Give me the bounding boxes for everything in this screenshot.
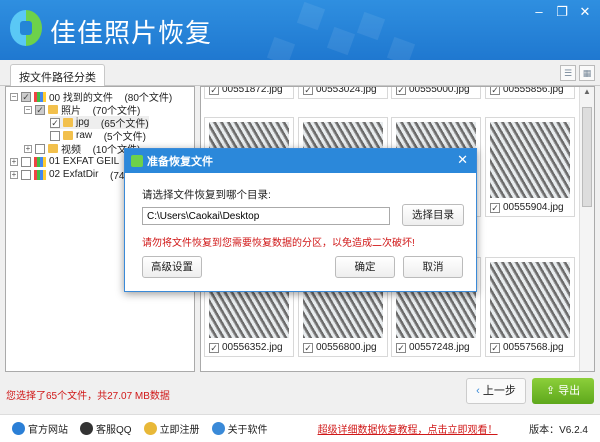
checkbox[interactable]: ✓ [490, 87, 500, 95]
drive-icon [34, 91, 46, 102]
register-link[interactable]: 立即注册 [143, 421, 200, 436]
dialog-close-button[interactable]: ✕ [457, 152, 468, 168]
app-logo-icon [131, 155, 143, 167]
checkbox[interactable]: ✓ [396, 87, 406, 95]
photo-thumbnail [490, 122, 570, 198]
version-label: 版本：V6.2.4 [529, 425, 588, 436]
support-qq-link[interactable]: 客服QQ [80, 421, 132, 436]
previous-step-button[interactable]: ‹ 上一步 [466, 378, 526, 404]
file-name: 00553024.jpg [316, 86, 377, 95]
app-title: 佳佳照片恢复 [50, 18, 213, 48]
close-button[interactable]: ✕ [574, 4, 596, 20]
ie-icon [12, 422, 25, 435]
file-thumbnail[interactable]: ✓ 00551872.jpg [204, 86, 294, 99]
dialog-title-bar: 准备恢复文件 ✕ [125, 149, 476, 173]
tab-bar: 按文件路径分类 ☰ ▦ [0, 60, 600, 87]
checkbox[interactable]: ✓ [50, 117, 60, 128]
expand-icon[interactable]: + [24, 144, 32, 153]
file-label: ✓ 00553024.jpg [303, 86, 377, 95]
ok-button[interactable]: 确定 [335, 256, 395, 278]
file-name: 00555904.jpg [503, 202, 564, 213]
minimize-button[interactable]: – [528, 4, 550, 19]
file-name: 00555856.jpg [503, 86, 564, 95]
advanced-settings-button[interactable]: 高级设置 [142, 256, 202, 278]
drive-icon [34, 156, 46, 167]
file-label: ✓ 00555000.jpg [396, 86, 470, 95]
collapse-icon[interactable]: − [10, 92, 18, 101]
choose-directory-button[interactable]: 选择目录 [402, 204, 464, 226]
folder-icon [63, 118, 73, 127]
file-thumbnail[interactable]: ✓ 00557568.jpg [485, 257, 575, 357]
file-name: 00556800.jpg [316, 342, 377, 353]
checkbox[interactable] [21, 169, 31, 180]
checkbox[interactable]: ✓ [35, 104, 45, 115]
destination-path-input[interactable] [142, 207, 390, 225]
checkbox[interactable]: ✓ [209, 342, 219, 353]
file-name: 00556352.jpg [222, 342, 283, 353]
checkbox[interactable]: ✓ [209, 87, 219, 95]
photo-thumbnail [490, 262, 570, 338]
selection-summary: 您选择了65个文件，共27.07 MB数据 [6, 391, 170, 402]
checkbox[interactable]: ✓ [396, 342, 406, 353]
checkbox[interactable]: ✓ [21, 91, 31, 102]
file-label: ✓ 00556352.jpg [209, 342, 283, 353]
file-name: 00557248.jpg [409, 342, 470, 353]
file-name: 00555000.jpg [409, 86, 470, 95]
dialog-prompt: 请选择文件恢复到哪个目录: [142, 189, 271, 201]
file-thumbnail[interactable]: ✓ 00553024.jpg [298, 86, 388, 99]
checkbox[interactable]: ✓ [490, 342, 500, 353]
expand-icon[interactable]: + [10, 170, 18, 179]
tree-node-video[interactable]: + 视频 (10个文件) [24, 142, 140, 156]
checkbox[interactable]: ✓ [303, 342, 313, 353]
file-label: ✓ 00551872.jpg [209, 86, 283, 95]
drive-icon [34, 169, 46, 180]
scrollbar[interactable]: ▲ [579, 87, 594, 371]
file-thumbnail[interactable]: ✓ 00555856.jpg [485, 86, 575, 99]
checkbox[interactable]: ✓ [490, 202, 500, 213]
dialog-warning: 请勿将文件恢复到您需要恢复数据的分区，以免造成二次破坏! [142, 238, 415, 249]
export-button[interactable]: ⇪ 导出 [532, 378, 594, 404]
folder-icon [48, 144, 58, 153]
cancel-button[interactable]: 取消 [403, 256, 463, 278]
tree-node-exfatdir[interactable]: +02 ExfatDir (74个 [10, 168, 134, 182]
qq-icon [80, 422, 93, 435]
restore-button[interactable]: ❐ [551, 4, 573, 20]
action-bar: 您选择了65个文件，共27.07 MB数据 ‹ 上一步 ⇪ 导出 [0, 372, 600, 414]
about-link[interactable]: 关于软件 [211, 421, 268, 436]
file-thumbnail[interactable]: ✓ 00555904.jpg [485, 117, 575, 217]
tree-node-found[interactable]: − ✓ 00 找到的文件 (80个文件) [10, 90, 172, 104]
app-logo-icon [10, 10, 42, 46]
key-icon [143, 422, 157, 435]
file-label: ✓ 00557568.jpg [490, 342, 564, 353]
export-icon: ⇪ [545, 385, 559, 397]
chevron-left-icon: ‹ [476, 385, 483, 397]
file-label: ✓ 00555856.jpg [490, 86, 564, 95]
tutorial-link[interactable]: 超级详细数据恢复教程，点击立即观看！ [318, 421, 498, 436]
collapse-icon[interactable]: − [24, 105, 32, 114]
checkbox[interactable] [50, 130, 60, 141]
file-label: ✓ 00557248.jpg [396, 342, 470, 353]
info-icon [211, 422, 225, 435]
title-bar: 佳佳照片恢复 – ❐ ✕ [0, 0, 600, 60]
folder-icon [48, 105, 58, 114]
file-thumbnail[interactable]: ✓ 00555000.jpg [391, 86, 481, 99]
file-label: ✓ 00555904.jpg [490, 202, 564, 213]
file-label: ✓ 00556800.jpg [303, 342, 377, 353]
restore-dialog: 准备恢复文件✕ 请选择文件恢复到哪个目录: 选择目录 请勿将文件恢复到您需要恢复… [124, 148, 477, 292]
expand-icon[interactable]: + [10, 157, 18, 166]
checkbox[interactable]: ✓ [303, 87, 313, 95]
file-name: 00551872.jpg [222, 86, 283, 95]
thumbnail-view-icon[interactable]: ▦ [579, 65, 595, 81]
file-name: 00557568.jpg [503, 342, 564, 353]
tab-by-path[interactable]: 按文件路径分类 [10, 64, 105, 87]
bottom-links: 官方网站 客服QQ 立即注册 关于软件 超级详细数据恢复教程，点击立即观看！ 版… [0, 414, 600, 442]
checkbox[interactable] [21, 156, 31, 167]
official-site-link[interactable]: 官方网站 [12, 421, 68, 436]
checkbox[interactable] [35, 143, 45, 154]
list-view-icon[interactable]: ☰ [560, 65, 576, 81]
folder-icon [63, 131, 73, 140]
